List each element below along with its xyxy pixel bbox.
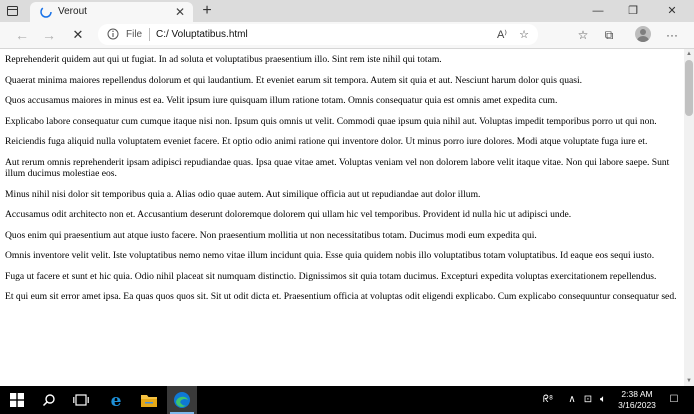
- task-view-button[interactable]: [66, 386, 96, 414]
- paragraph: Omnis inventore velit velit. Iste volupt…: [5, 250, 655, 261]
- show-hidden-icons-chevron-icon[interactable]: ∧: [566, 392, 578, 408]
- task-view-icon: [73, 394, 89, 406]
- browser-toolbar: ← → ✕ File C:/ Voluptatibus.html A⁾ ☆ ☆ …: [0, 22, 694, 49]
- file-explorer-taskbar-button[interactable]: [134, 386, 164, 414]
- settings-more-icon[interactable]: ···: [664, 27, 680, 43]
- address-separator: [149, 28, 150, 41]
- tab-close-icon[interactable]: ✕: [173, 5, 187, 19]
- search-icon: [42, 394, 55, 407]
- svg-text:e: e: [111, 391, 122, 409]
- start-button[interactable]: [2, 386, 32, 414]
- edge-icon: [174, 392, 190, 408]
- notifications-icon[interactable]: ☐: [666, 392, 682, 408]
- paragraph: Explicabo labore consequatur cum cumque …: [5, 115, 657, 127]
- paragraph: Reiciendis fuga aliquid nulla voluptatem…: [5, 136, 648, 147]
- network-icon[interactable]: ⊡: [582, 392, 594, 408]
- folder-icon: [141, 394, 157, 407]
- clock-date: 3/16/2023: [618, 400, 656, 410]
- read-aloud-icon[interactable]: A⁾: [494, 27, 510, 43]
- vertical-scrollbar[interactable]: ▲ ▼: [684, 49, 694, 386]
- paragraph: Quaerat minima maiores repellendus dolor…: [5, 74, 583, 86]
- edge-taskbar-button[interactable]: [167, 386, 197, 414]
- paragraph: Quos enim qui praesentium aut atque iust…: [5, 229, 537, 241]
- paragraph: Aut rerum omnis reprehenderit ipsam adip…: [5, 156, 670, 180]
- info-icon[interactable]: [107, 28, 119, 40]
- paragraph: Accusamus odit architecto non et. Accusa…: [5, 209, 572, 220]
- tab-actions-button[interactable]: [3, 3, 21, 19]
- tab-actions-icon: [6, 6, 18, 16]
- address-bar[interactable]: File C:/ Voluptatibus.html A⁾ ☆: [98, 24, 538, 45]
- scrollbar-thumb[interactable]: [685, 60, 693, 116]
- paragraph: Et qui eum sit error amet ipsa. Ea quas …: [5, 291, 677, 302]
- search-button[interactable]: [34, 386, 64, 414]
- volume-icon[interactable]: 🔈︎: [596, 392, 610, 408]
- system-clock[interactable]: 2:38 AM 3/16/2023: [612, 389, 662, 411]
- paragraph: Quos accusamus maiores in minus est ea. …: [5, 95, 558, 106]
- minimize-button[interactable]: —: [585, 2, 611, 20]
- page-favicon-icon: [40, 6, 52, 18]
- page-content: Reprehenderit quidem aut qui ut fugiat. …: [0, 49, 684, 386]
- address-url[interactable]: C:/ Voluptatibus.html: [156, 29, 248, 40]
- scroll-down-arrow-icon[interactable]: ▼: [684, 376, 694, 386]
- close-window-button[interactable]: ✕: [659, 2, 685, 20]
- forward-button[interactable]: →: [40, 26, 58, 44]
- paragraph: Minus nihil nisi dolor sit temporibus qu…: [5, 188, 481, 200]
- taskbar: e ᖇ⁸ ∧ ⊡ 🔈︎ 2:38 AM 3/16/2023 ☐: [0, 386, 694, 414]
- people-icon[interactable]: ᖇ⁸: [540, 392, 556, 408]
- tab-title: Verout: [58, 6, 87, 17]
- paragraph: Fuga ut facere et sunt et hic quia. Odio…: [5, 270, 657, 282]
- favorites-icon[interactable]: ☆: [575, 27, 591, 43]
- new-tab-button[interactable]: +: [198, 2, 216, 20]
- clock-time: 2:38 AM: [621, 389, 653, 399]
- restore-button[interactable]: ❐: [620, 2, 646, 20]
- profile-avatar[interactable]: [635, 26, 651, 42]
- tab-strip: Verout ✕ + — ❐ ✕: [0, 0, 694, 22]
- windows-logo-icon: [10, 393, 24, 407]
- add-favorite-icon[interactable]: ☆: [516, 27, 532, 43]
- internet-explorer-taskbar-button[interactable]: e: [101, 386, 131, 414]
- collections-icon[interactable]: ⧉: [601, 27, 617, 43]
- stop-loading-button[interactable]: ✕: [69, 26, 87, 44]
- scroll-up-arrow-icon[interactable]: ▲: [684, 49, 694, 59]
- back-button[interactable]: ←: [13, 26, 31, 44]
- paragraph: Reprehenderit quidem aut qui ut fugiat. …: [5, 54, 442, 65]
- internet-explorer-icon: e: [111, 391, 122, 409]
- address-scheme-label: File: [126, 29, 143, 40]
- browser-tab[interactable]: Verout ✕: [30, 2, 193, 22]
